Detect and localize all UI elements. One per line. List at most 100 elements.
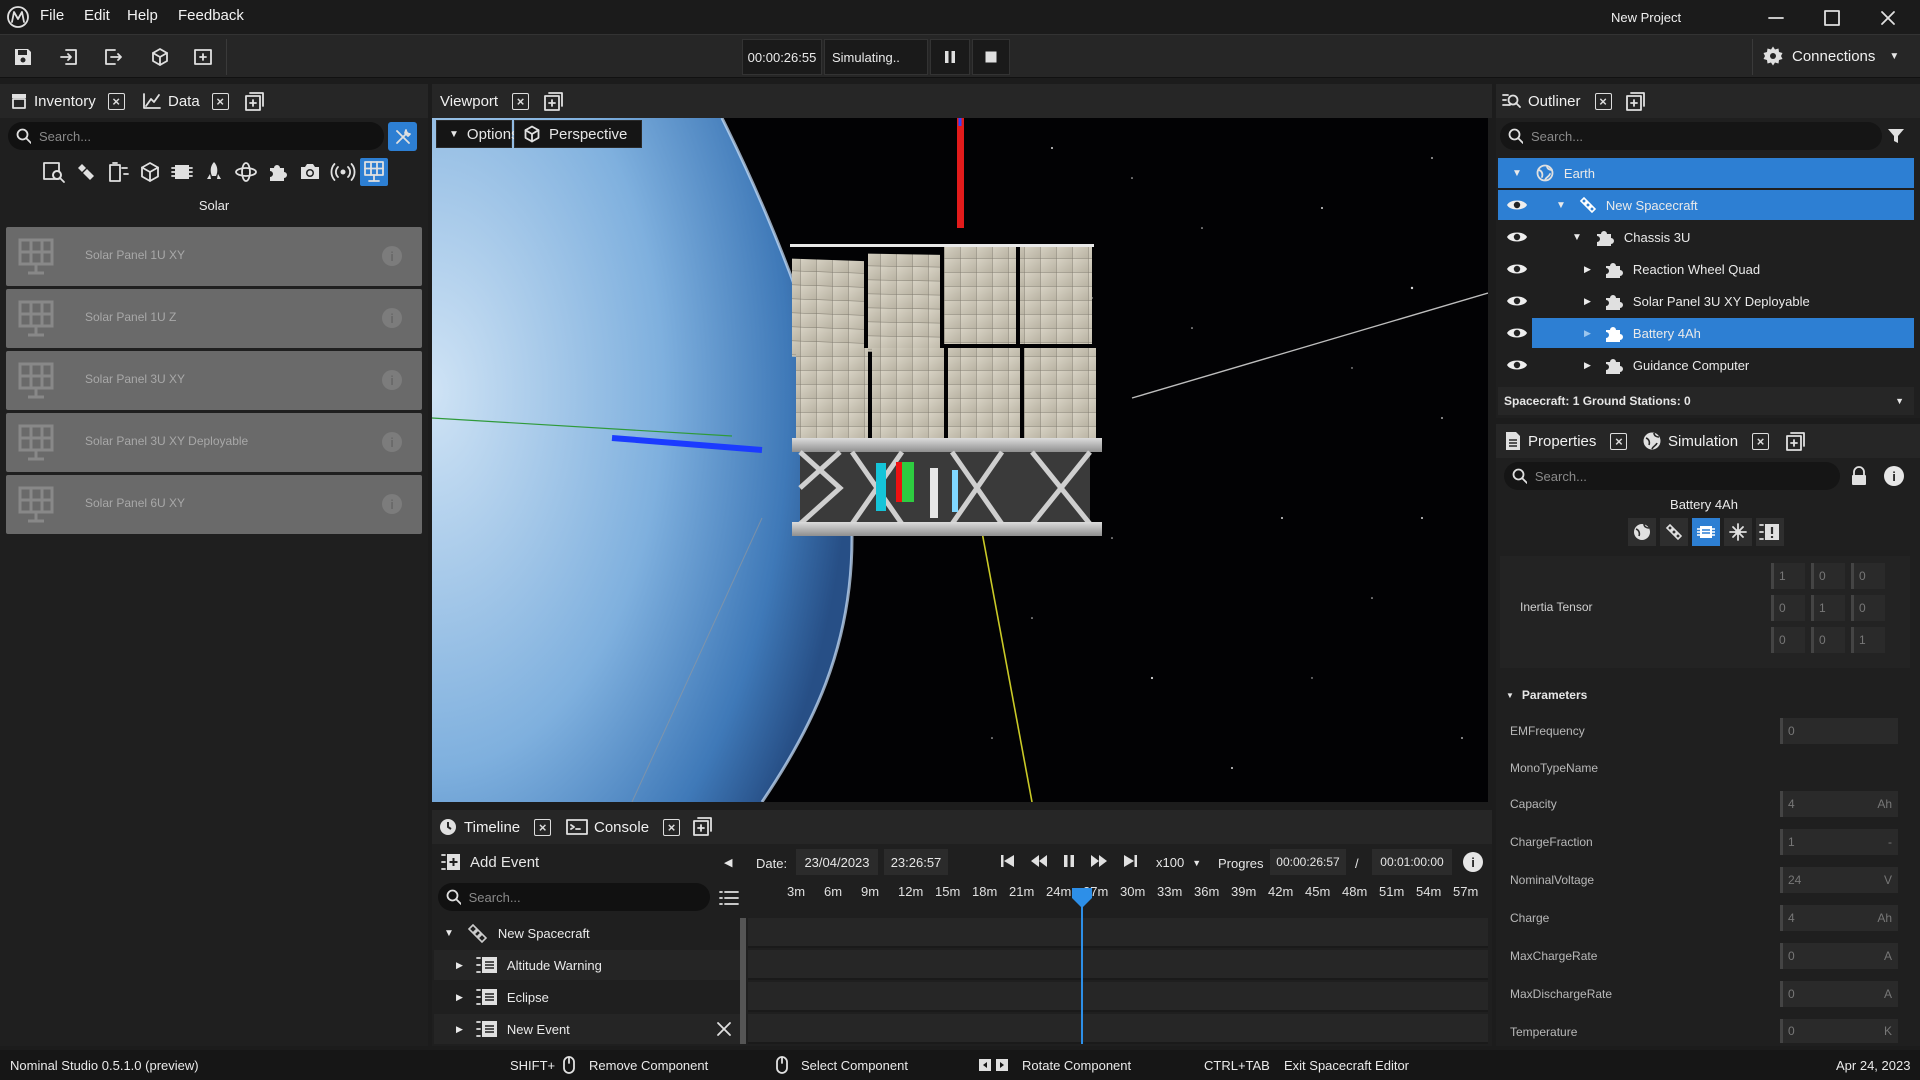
eye-icon[interactable] bbox=[1506, 293, 1528, 309]
menu-feedback[interactable]: Feedback bbox=[178, 7, 244, 24]
outliner-row-chassis[interactable]: ▼ Chassis 3U bbox=[1498, 222, 1914, 252]
caret-down-icon[interactable]: ▼ bbox=[1556, 200, 1566, 211]
add-model-icon[interactable] bbox=[146, 43, 174, 71]
inventory-search[interactable] bbox=[8, 122, 384, 150]
caret-right-icon[interactable]: ▶ bbox=[456, 1024, 463, 1035]
timeline-lane[interactable] bbox=[748, 982, 1488, 1012]
add-tab-icon[interactable] bbox=[693, 817, 712, 836]
info-icon[interactable]: i bbox=[382, 370, 402, 390]
inertia-cell[interactable]: 1 bbox=[1851, 627, 1885, 653]
alert-category-button[interactable] bbox=[1756, 518, 1784, 546]
tab-outliner[interactable]: Outliner × bbox=[1502, 84, 1612, 118]
speed-dropdown[interactable]: x100 ▼ bbox=[1156, 855, 1201, 870]
tools-button[interactable] bbox=[388, 122, 417, 151]
inventory-item[interactable]: Solar Panel 6U XY i bbox=[6, 475, 422, 534]
event-row[interactable]: ▶ Eclipse bbox=[434, 982, 740, 1012]
gyro-icon[interactable] bbox=[234, 160, 258, 184]
viewport-options-button[interactable]: ▼ Options bbox=[436, 120, 519, 148]
inventory-item[interactable]: Solar Panel 1U Z i bbox=[6, 289, 422, 348]
outliner-search[interactable] bbox=[1500, 122, 1882, 150]
pause-button[interactable] bbox=[930, 39, 970, 75]
maximize-icon[interactable] bbox=[1822, 8, 1842, 28]
inertia-cell[interactable]: 1 bbox=[1771, 563, 1805, 589]
camera-icon[interactable] bbox=[298, 160, 322, 184]
inertia-cell[interactable]: 0 bbox=[1811, 627, 1845, 653]
inventory-search-input[interactable] bbox=[39, 128, 384, 144]
caret-right-icon[interactable]: ▶ bbox=[456, 992, 463, 1003]
info-icon[interactable]: i bbox=[382, 246, 402, 266]
param-field[interactable]: 0A bbox=[1780, 981, 1898, 1007]
inertia-cell[interactable]: 0 bbox=[1851, 563, 1885, 589]
inventory-item[interactable]: Solar Panel 1U XY i bbox=[6, 227, 422, 286]
connections-button[interactable]: Connections ▼ bbox=[1762, 45, 1899, 67]
info-icon[interactable]: i bbox=[382, 432, 402, 452]
info-icon[interactable]: i bbox=[382, 308, 402, 328]
tree-scrollbar[interactable] bbox=[740, 918, 746, 1044]
inertia-cell[interactable]: 0 bbox=[1811, 563, 1845, 589]
satellite-category-button[interactable] bbox=[1660, 518, 1688, 546]
collapse-left-icon[interactable]: ◀ bbox=[724, 856, 732, 869]
add-tab-icon[interactable] bbox=[245, 92, 264, 111]
satellite-icon[interactable] bbox=[74, 160, 98, 184]
add-tab-icon[interactable] bbox=[544, 92, 563, 111]
param-field[interactable]: 24 V bbox=[1780, 867, 1898, 893]
outliner-row-component[interactable]: ▶ Solar Panel 3U XY Deployable bbox=[1498, 286, 1914, 316]
menu-edit[interactable]: Edit bbox=[84, 7, 110, 24]
close-tab-icon[interactable]: × bbox=[512, 92, 530, 110]
antenna-icon[interactable] bbox=[330, 160, 356, 184]
puzzle-icon[interactable] bbox=[266, 160, 290, 184]
date-field[interactable]: 23/04/2023 bbox=[796, 849, 878, 875]
new-window-icon[interactable] bbox=[189, 43, 217, 71]
close-tab-icon[interactable]: × bbox=[534, 818, 552, 836]
eye-icon[interactable] bbox=[1506, 197, 1528, 213]
network-category-button[interactable] bbox=[1724, 518, 1752, 546]
caret-right-icon[interactable]: ▶ bbox=[1584, 328, 1591, 339]
parameters-header[interactable]: ▼ Parameters bbox=[1506, 688, 1587, 702]
close-tab-icon[interactable]: × bbox=[1752, 432, 1770, 450]
info-icon[interactable]: i bbox=[1884, 466, 1904, 486]
inertia-cell[interactable]: 1 bbox=[1811, 595, 1845, 621]
globe-category-button[interactable] bbox=[1628, 518, 1656, 546]
delete-icon[interactable] bbox=[716, 1021, 732, 1037]
export-icon[interactable] bbox=[99, 43, 127, 71]
eye-icon[interactable] bbox=[1506, 229, 1528, 245]
outliner-row-battery[interactable]: ▶ Battery 4Ah bbox=[1532, 318, 1914, 348]
event-row[interactable]: ▶ New Event bbox=[434, 1014, 740, 1044]
close-tab-icon[interactable]: × bbox=[1610, 432, 1628, 450]
info-icon[interactable]: i bbox=[1463, 852, 1483, 872]
playhead-handle[interactable] bbox=[1072, 888, 1092, 908]
battery-icon[interactable] bbox=[106, 160, 130, 184]
inertia-cell[interactable]: 0 bbox=[1851, 595, 1885, 621]
param-field[interactable]: 0A bbox=[1780, 943, 1898, 969]
skip-back-icon[interactable] bbox=[1000, 854, 1016, 868]
add-tab-icon[interactable] bbox=[1786, 432, 1805, 451]
pause-icon[interactable] bbox=[1062, 854, 1076, 868]
search-category-icon[interactable] bbox=[42, 160, 66, 184]
skip-forward-icon[interactable] bbox=[1122, 854, 1138, 868]
caret-right-icon[interactable]: ▶ bbox=[1584, 296, 1591, 307]
duration-field[interactable]: 00:01:00:00 bbox=[1372, 849, 1452, 875]
tab-inventory[interactable]: Inventory × bbox=[10, 84, 125, 118]
lock-icon[interactable] bbox=[1849, 465, 1869, 487]
outliner-search-input[interactable] bbox=[1531, 128, 1882, 144]
inertia-cell[interactable]: 0 bbox=[1771, 595, 1805, 621]
menu-file[interactable]: File bbox=[40, 7, 64, 24]
menu-help[interactable]: Help bbox=[127, 7, 158, 24]
properties-search[interactable] bbox=[1504, 462, 1840, 490]
eye-icon[interactable] bbox=[1506, 325, 1528, 341]
3d-viewport[interactable]: ▼ Options Perspective bbox=[432, 118, 1488, 802]
list-view-icon[interactable] bbox=[718, 888, 740, 908]
timeline-lane[interactable] bbox=[748, 1014, 1488, 1044]
param-field[interactable]: 0K bbox=[1780, 1019, 1898, 1043]
info-icon[interactable]: i bbox=[382, 494, 402, 514]
close-tab-icon[interactable]: × bbox=[1594, 92, 1612, 110]
close-tab-icon[interactable]: × bbox=[663, 818, 681, 836]
properties-search-input[interactable] bbox=[1534, 468, 1840, 484]
rewind-icon[interactable] bbox=[1030, 854, 1048, 868]
tab-console[interactable]: Console × bbox=[566, 810, 681, 844]
timeline-search[interactable] bbox=[438, 883, 710, 911]
outliner-row-earth[interactable]: ▼ Earth bbox=[1498, 158, 1914, 188]
close-tab-icon[interactable]: × bbox=[211, 92, 229, 110]
chip-category-button[interactable] bbox=[1692, 518, 1720, 546]
inertia-cell[interactable]: 0 bbox=[1771, 627, 1805, 653]
